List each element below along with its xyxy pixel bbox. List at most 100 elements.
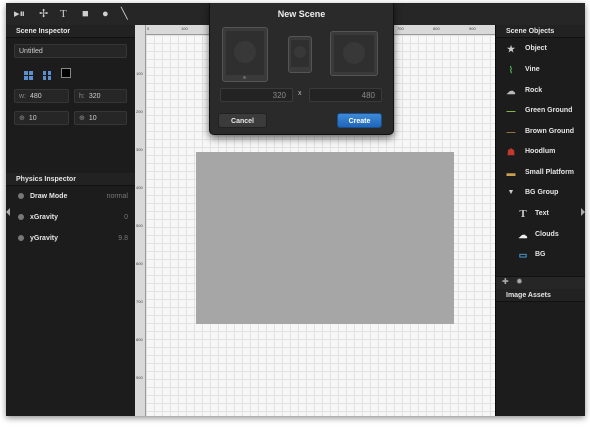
disclosure-triangle-icon[interactable]: ▼ [504,188,518,198]
ruler-v-label: 700 [136,299,143,304]
grid-layout-icon[interactable] [24,68,34,80]
rock-label: Rock [525,87,543,94]
y-gravity-row[interactable]: yGravity 9.8 [18,233,128,245]
ruler-v-label: 900 [136,375,143,380]
ruler-v-label: 200 [136,109,143,114]
brown-ground-item[interactable]: — Brown Ground [496,122,585,142]
draw-mode-value: normal [106,193,128,200]
brown-ground-icon: — [506,127,516,137]
text-tool-icon[interactable]: T [60,7,67,21]
scene-objects-title: Scene Objects [496,25,585,38]
scene-height-input[interactable]: 480 [309,88,382,102]
rock-icon: ☁ [506,86,516,96]
text-icon: T [519,208,527,220]
height-value: 320 [88,93,101,100]
clouds-icon: ☁ [518,230,528,240]
x-gravity-icon [18,214,24,221]
bg-group-item[interactable]: ▼ BG Group [496,183,585,203]
pen-tool-icon[interactable]: ✢ [39,7,48,21]
y-position-field[interactable]: ⊕ 10 [74,111,127,125]
circle-tool-icon[interactable]: ● [102,7,109,21]
x-gravity-value: 0 [124,214,128,221]
x-position-value: 10 [28,115,37,122]
play-pause-icon[interactable]: ▸⏸ [14,7,25,21]
objects-footer: ✚ ✹ [496,276,585,289]
x-position-field[interactable]: ⊕ 10 [14,111,69,125]
hoodlum-label: Hoodlum [525,148,556,155]
line-tool-icon[interactable]: ╲ [121,7,128,21]
ruler-h-label: 700 [397,26,404,31]
background-color-swatch[interactable] [61,68,71,78]
right-panel: Scene Objects ★ Object ⌇ Vine ☁ Rock — Green… [495,25,585,416]
scene-bounds[interactable] [196,152,454,324]
x-gravity-label: xGravity [30,214,59,221]
height-field[interactable]: h: 320 [74,89,127,103]
ruler-v-label: 400 [136,185,143,190]
tile-layout-icon[interactable] [42,68,52,80]
x-gravity-row[interactable]: xGravity 0 [18,212,128,224]
text-label: Text [535,210,549,217]
star-icon: ★ [506,44,516,54]
draw-mode-label: Draw Mode [30,193,68,200]
ruler-v-label: 800 [136,337,143,342]
dimension-separator: x [298,90,302,97]
ruler-h-label: 100 [181,26,188,31]
collapse-left-icon[interactable] [6,208,10,216]
clouds-item[interactable]: ☁ Clouds [496,225,585,245]
rock-item[interactable]: ☁ Rock [496,81,585,101]
iphone-template-icon[interactable] [288,36,312,73]
object-item[interactable]: ★ Object [496,39,585,59]
text-item[interactable]: T Text [496,204,585,224]
custom-size-template-icon[interactable] [330,31,378,76]
hoodlum-item[interactable]: ☗ Hoodlum [496,142,585,162]
clouds-label: Clouds [535,231,559,238]
add-object-icon[interactable]: ✚ [502,277,509,286]
create-button[interactable]: Create [337,113,382,128]
vine-icon: ⌇ [508,65,514,75]
small-platform-icon: ▬ [506,168,516,178]
ruler-h-label: 0 [147,26,150,31]
brown-ground-label: Brown Ground [525,128,574,135]
left-panel: Scene Inspector Untitled w: 480 h: 320 ⊕ 10… [6,25,136,416]
new-scene-dialog: New Scene 320 x 480 Cancel Create [209,3,394,135]
rectangle-tool-icon[interactable]: ■ [82,7,89,21]
green-ground-item[interactable]: — Green Ground [496,101,585,121]
vertical-ruler: 100 200 300 400 500 600 700 800 900 [135,25,146,416]
green-ground-label: Green Ground [525,107,573,114]
height-label: h: [79,93,85,100]
ruler-v-label: 500 [136,223,143,228]
settings-icon[interactable]: ✹ [516,277,523,286]
collapse-right-icon[interactable] [581,208,585,216]
small-platform-item[interactable]: ▬ Small Platform [496,163,585,183]
small-platform-label: Small Platform [525,169,575,176]
width-field[interactable]: w: 480 [14,89,69,103]
image-assets-title: Image Assets [496,289,585,302]
y-gravity-value: 9.8 [118,235,128,242]
physics-inspector-title: Physics Inspector [6,173,135,186]
ruler-h-label: 800 [433,26,440,31]
scene-name-field[interactable]: Untitled [14,44,127,58]
ipad-template-icon[interactable] [222,27,268,82]
vine-label: Vine [525,66,540,73]
vine-item[interactable]: ⌇ Vine [496,60,585,80]
y-gravity-icon [18,235,24,242]
ruler-v-label: 100 [136,71,143,76]
draw-mode-icon [18,193,24,200]
object-label: Object [525,45,547,52]
scene-width-input[interactable]: 320 [220,88,293,102]
draw-mode-row[interactable]: Draw Mode normal [18,191,128,203]
ruler-v-label: 300 [136,147,143,152]
scene-inspector-title: Scene Inspector [6,25,135,38]
app-window: ▸⏸ ✢ T ■ ● ╲ Scene Inspector Untitled w:… [6,3,585,416]
width-value: 480 [30,93,42,100]
ruler-h-label: 900 [469,26,476,31]
y-position-label: ⊕ [79,115,85,122]
width-label: w: [19,93,26,100]
bg-group-label: BG Group [525,189,559,196]
cancel-button[interactable]: Cancel [218,113,267,128]
x-position-label: ⊕ [19,115,25,122]
bg-item[interactable]: ▭ BG [496,245,585,265]
y-position-value: 10 [88,115,97,122]
bg-label: BG [535,251,546,258]
y-gravity-label: yGravity [30,235,59,242]
